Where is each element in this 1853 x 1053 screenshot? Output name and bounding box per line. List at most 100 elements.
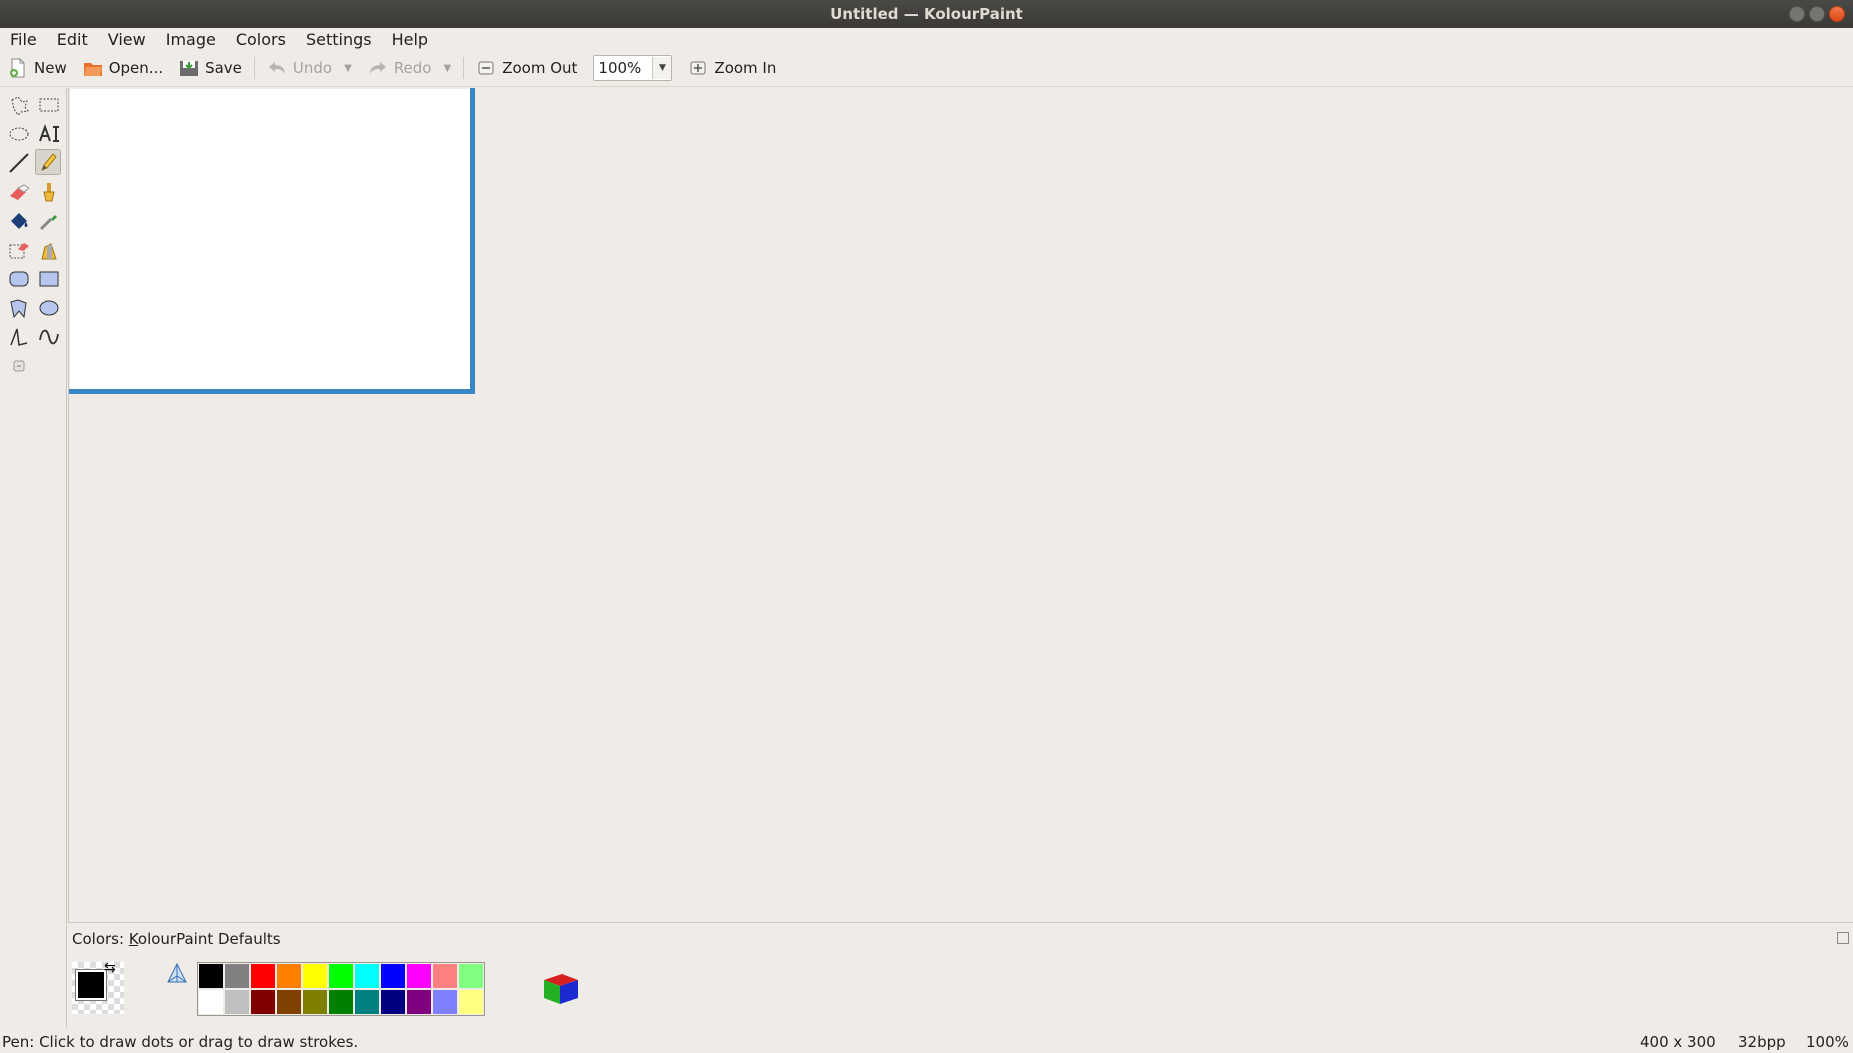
spraycan-tool[interactable]: [36, 237, 62, 263]
palette-swatch[interactable]: [224, 989, 250, 1015]
canvas-viewport[interactable]: [68, 88, 1853, 923]
palette-swatch[interactable]: [458, 989, 484, 1015]
free-form-selection-tool[interactable]: [6, 92, 32, 118]
zoom-combobox[interactable]: ▼: [593, 55, 673, 81]
color-picker-tool[interactable]: [36, 208, 62, 234]
free-form-selection-icon: [11, 96, 29, 116]
window-title: Untitled — KolourPaint: [830, 5, 1023, 23]
palette-swatch[interactable]: [198, 963, 224, 989]
swap-colors-icon[interactable]: ⇆: [104, 960, 116, 976]
close-button[interactable]: [1829, 6, 1845, 22]
connected-lines-tool[interactable]: [6, 324, 32, 350]
zoom-out-button[interactable]: Zoom Out: [468, 54, 585, 82]
zoom-in-button[interactable]: Zoom In: [680, 54, 784, 82]
menu-edit[interactable]: Edit: [47, 30, 98, 49]
undo-dropdown-icon[interactable]: ▼: [344, 63, 352, 74]
redo-dropdown-icon[interactable]: ▼: [444, 63, 452, 74]
status-bar: Pen: Click to draw dots or drag to draw …: [0, 1031, 1853, 1053]
palette-swatch[interactable]: [354, 989, 380, 1015]
zoom-tool[interactable]: [6, 353, 32, 379]
ellipse-tool[interactable]: [36, 295, 62, 321]
color-similarity-cube-icon[interactable]: [540, 968, 580, 1008]
color-palette: [197, 962, 485, 1016]
foreground-background-colors[interactable]: ⇆: [72, 960, 124, 1014]
color-eraser-tool[interactable]: [6, 237, 32, 263]
menu-view[interactable]: View: [98, 30, 156, 49]
palette-swatch[interactable]: [354, 963, 380, 989]
zoom-dropdown-icon[interactable]: ▼: [652, 57, 672, 79]
spraycan-icon: [41, 243, 57, 260]
palette-swatch[interactable]: [198, 989, 224, 1015]
curve-icon: [39, 329, 59, 345]
rectangle-tool[interactable]: [36, 266, 62, 292]
status-zoom: 100%: [1806, 1033, 1849, 1051]
maximize-button[interactable]: [1809, 6, 1825, 22]
palette-swatch[interactable]: [276, 963, 302, 989]
undock-icon[interactable]: [1837, 932, 1849, 944]
rounded-rectangle-tool[interactable]: [6, 266, 32, 292]
minimize-button[interactable]: [1789, 6, 1805, 22]
palette-swatch[interactable]: [224, 963, 250, 989]
redo-icon: [369, 62, 386, 74]
palette-swatch[interactable]: [302, 963, 328, 989]
foreground-color-swatch[interactable]: [75, 969, 107, 1001]
menu-image[interactable]: Image: [156, 30, 226, 49]
connected-lines-icon: [10, 328, 28, 346]
open-button[interactable]: Open...: [75, 54, 171, 82]
palette-swatch[interactable]: [406, 989, 432, 1015]
tool-box: [0, 88, 67, 1028]
palette-swatch[interactable]: [250, 963, 276, 989]
palette-swatch[interactable]: [432, 989, 458, 1015]
palette-swatch[interactable]: [380, 963, 406, 989]
line-tool[interactable]: [6, 150, 32, 176]
rectangular-selection-icon: [39, 98, 59, 112]
redo-button[interactable]: Redo ▼: [360, 54, 459, 82]
zoom-out-label: Zoom Out: [502, 59, 578, 77]
rectangle-icon: [39, 271, 59, 287]
colors-title-mnemonic: K: [128, 930, 138, 948]
palette-swatch[interactable]: [276, 989, 302, 1015]
flood-fill-tool[interactable]: [6, 208, 32, 234]
menu-help[interactable]: Help: [382, 30, 438, 49]
canvas-resize-handle-bottom[interactable]: [69, 389, 475, 394]
undo-button[interactable]: Undo ▼: [259, 54, 360, 82]
palette-swatch[interactable]: [328, 989, 354, 1015]
new-document-icon: [10, 58, 25, 78]
palette-swatch[interactable]: [302, 989, 328, 1015]
palette-swatch[interactable]: [458, 963, 484, 989]
new-button[interactable]: New: [0, 54, 75, 82]
window-controls: [1789, 6, 1845, 22]
rectangular-selection-tool[interactable]: [36, 92, 62, 118]
open-label: Open...: [108, 59, 164, 77]
brush-tool[interactable]: [36, 179, 62, 205]
palette-swatch[interactable]: [406, 963, 432, 989]
palette-swatch[interactable]: [250, 989, 276, 1015]
title-bar: Untitled — KolourPaint: [0, 0, 1853, 28]
zoom-tool-icon: [13, 360, 25, 372]
polygon-tool[interactable]: [6, 295, 32, 321]
zoom-in-label: Zoom In: [714, 59, 777, 77]
zoom-out-icon: [478, 61, 494, 75]
menu-bar: File Edit View Image Colors Settings Hel…: [0, 28, 1853, 50]
line-icon: [9, 153, 29, 173]
menu-colors[interactable]: Colors: [226, 30, 296, 49]
eraser-tool[interactable]: [6, 179, 32, 205]
selection-transparency-icon[interactable]: [164, 962, 190, 988]
pen-tool[interactable]: [35, 149, 61, 175]
palette-swatch[interactable]: [328, 963, 354, 989]
elliptical-selection-tool[interactable]: [6, 121, 32, 147]
menu-settings[interactable]: Settings: [296, 30, 382, 49]
text-tool[interactable]: [36, 121, 62, 147]
text-icon: [39, 124, 59, 142]
drawing-canvas[interactable]: [70, 89, 470, 389]
menu-file[interactable]: File: [0, 30, 47, 49]
palette-swatch[interactable]: [380, 989, 406, 1015]
curve-tool[interactable]: [36, 324, 62, 350]
save-button[interactable]: Save: [171, 54, 250, 82]
status-color-depth: 32bpp: [1738, 1033, 1786, 1051]
undo-label: Undo: [292, 59, 333, 77]
canvas-resize-handle-right[interactable]: [470, 88, 475, 394]
ellipse-icon: [39, 300, 59, 316]
palette-swatch[interactable]: [432, 963, 458, 989]
zoom-input[interactable]: [594, 57, 653, 79]
